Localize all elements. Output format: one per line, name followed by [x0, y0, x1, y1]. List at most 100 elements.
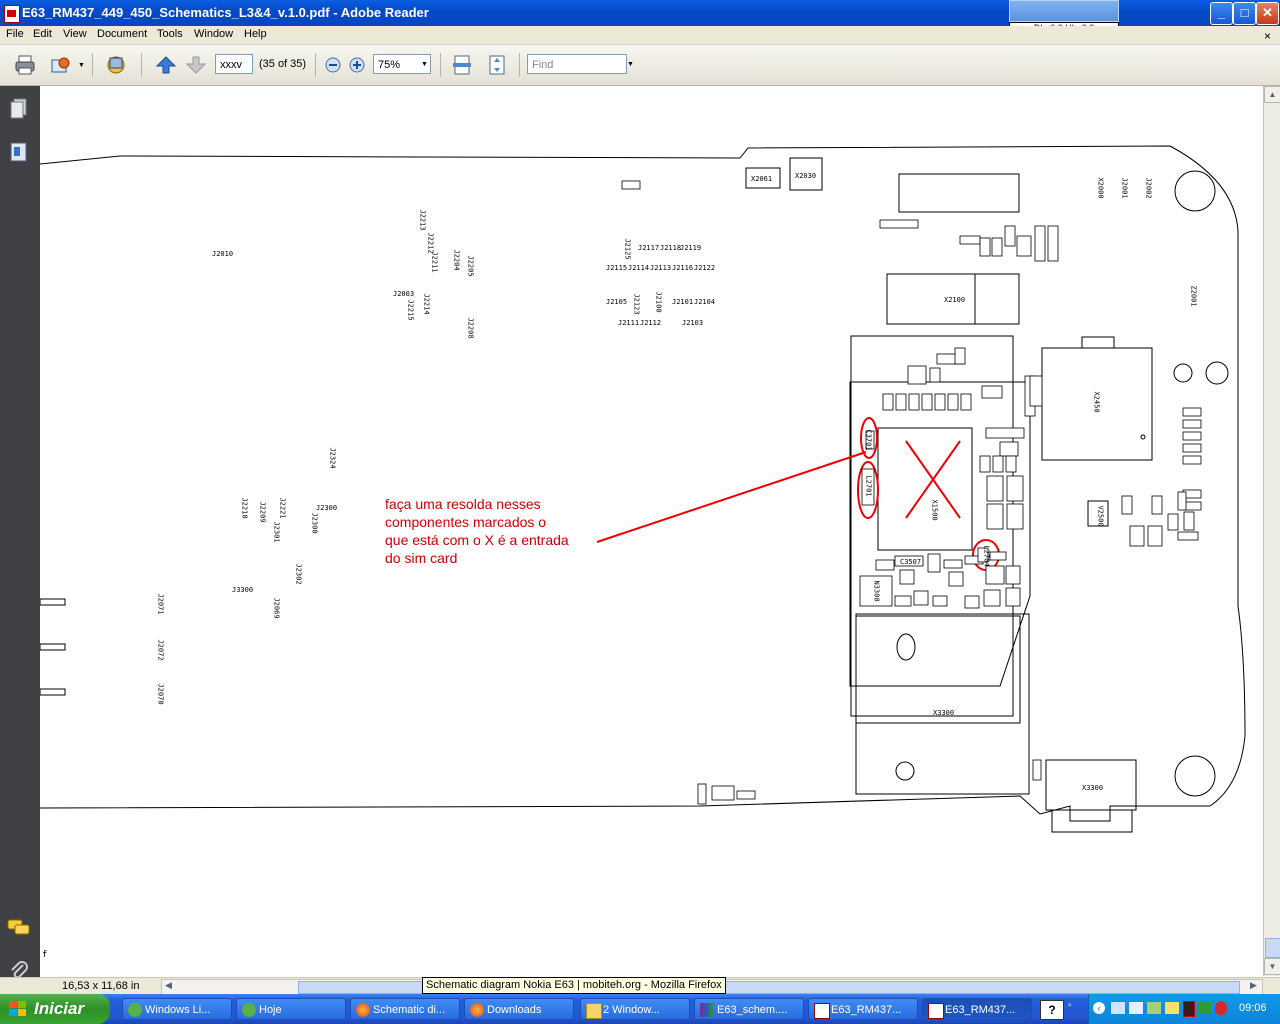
menu-tools[interactable]: Tools [157, 28, 183, 40]
close-document-icon[interactable]: × [1264, 29, 1271, 43]
start-label: Iniciar [34, 999, 85, 1018]
taskbar-item-downloads[interactable]: Downloads [464, 998, 574, 1020]
label-c3701: C3701 [864, 429, 873, 451]
start-button[interactable]: Iniciar [0, 994, 110, 1024]
tray-expand-icon[interactable]: ‹ [1093, 1002, 1105, 1014]
label-j2118: J2118 [660, 244, 682, 252]
chevron-down-icon[interactable]: ▼ [627, 61, 634, 68]
help-icon[interactable]: ? [1040, 1000, 1064, 1020]
scroll-down-icon[interactable]: ▼ [1264, 958, 1280, 975]
label-x2030: X2030 [795, 172, 817, 180]
menu-help[interactable]: Help [244, 28, 267, 40]
show-desktop-icon[interactable]: ▫ [1068, 1000, 1084, 1018]
label-x2100: X2100 [944, 296, 966, 304]
task-label: E63_RM437... [945, 1004, 1016, 1016]
find-input[interactable]: Find [527, 54, 627, 74]
label-x2000: X2000 [1096, 177, 1105, 199]
scroll-thumb[interactable] [1265, 938, 1280, 958]
pdf-icon [814, 1003, 830, 1019]
previous-page-icon[interactable] [155, 54, 177, 76]
chevron-down-icon[interactable]: ▼ [78, 62, 85, 69]
menu-document[interactable]: Document [97, 28, 147, 40]
label-j2300b: J2300 [316, 504, 338, 512]
close-button[interactable]: ✕ [1256, 2, 1279, 25]
taskbar-item-pdf-2[interactable]: E63_RM437... [922, 998, 1032, 1020]
next-page-icon[interactable] [185, 54, 207, 76]
zoom-in-icon[interactable] [346, 54, 368, 76]
pdf-icon [4, 5, 20, 23]
corner-mark: f [42, 950, 48, 960]
network-monitor-graph [1009, 0, 1119, 22]
label-j2100: J2100 [654, 291, 663, 313]
task-label: 2 Window... [603, 1004, 660, 1016]
menu-file[interactable]: File [6, 28, 24, 40]
label-j2071: J2071 [156, 593, 165, 615]
label-j2209: J2209 [258, 501, 267, 523]
label-j2101: J2101 [672, 298, 694, 306]
scroll-up-icon[interactable]: ▲ [1264, 86, 1280, 103]
scroll-left-icon[interactable]: ◀ [165, 980, 172, 991]
task-label: Windows Li... [145, 1004, 211, 1016]
tray-icon[interactable] [1183, 1001, 1195, 1017]
label-j2119: J2119 [680, 244, 702, 252]
maximize-button[interactable]: □ [1233, 2, 1256, 25]
fit-page-icon[interactable] [486, 54, 508, 76]
task-label: E63_schem.... [717, 1004, 788, 1016]
task-label: Schematic di... [373, 1004, 446, 1016]
label-j2122: J2122 [694, 264, 716, 272]
label-j2221: J2221 [278, 497, 287, 519]
document-view[interactable]: J2010 J2213 J2212 J2211 J2204 J2205 J200… [40, 86, 1262, 976]
messenger-icon[interactable] [1147, 1002, 1161, 1014]
taskbar-item-hoje[interactable]: Hoje [236, 998, 346, 1020]
taskbar-item-schematic[interactable]: Schematic di... [350, 998, 460, 1020]
label-j2113: J2113 [650, 264, 672, 272]
security-shield-icon[interactable] [1215, 1001, 1227, 1015]
label-j2001: J2001 [1120, 177, 1129, 199]
print-icon[interactable] [14, 54, 36, 76]
label-j2116: J2116 [672, 264, 694, 272]
vertical-scrollbar[interactable]: ▲ ▼ [1263, 86, 1280, 976]
label-j3300: J3300 [232, 586, 254, 594]
chevron-down-icon[interactable]: ▼ [421, 61, 428, 68]
label-j2211: J2211 [430, 251, 439, 273]
sign-icon[interactable] [105, 54, 127, 76]
people-icon [242, 1003, 256, 1017]
menu-window[interactable]: Window [194, 28, 233, 40]
label-j2210: J2210 [240, 497, 249, 519]
label-j2105: J2105 [606, 298, 628, 306]
email-icon[interactable] [50, 54, 72, 76]
pages-icon[interactable] [9, 98, 29, 120]
label-v2500: V2500 [1096, 505, 1105, 527]
taskbar-item-windows-group[interactable]: 2 Window... [580, 998, 690, 1020]
page-number-input[interactable]: xxxv [215, 54, 253, 74]
tray-icon[interactable] [1165, 1002, 1179, 1014]
tray-icon[interactable] [1129, 1002, 1143, 1014]
network-icon[interactable] [1111, 1002, 1125, 1014]
taskbar-item-winrar[interactable]: E63_schem.... [694, 998, 804, 1020]
navigation-panel [0, 86, 40, 979]
fit-width-icon[interactable] [451, 54, 473, 76]
label-c3507: C3507 [900, 558, 922, 566]
comments-icon[interactable] [7, 918, 31, 938]
label-j2324: J2324 [328, 447, 337, 469]
task-label: Hoje [259, 1004, 282, 1016]
label-x2450: X2450 [1092, 391, 1101, 413]
taskbar-item-pdf-1[interactable]: E63_RM437... [808, 998, 918, 1020]
zoom-out-icon[interactable] [322, 54, 344, 76]
bookmarks-icon[interactable] [9, 141, 29, 163]
menu-bar: File Edit View Document Tools Window Hel… [0, 26, 1280, 45]
menu-view[interactable]: View [63, 28, 87, 40]
tray-icon[interactable] [1197, 1002, 1211, 1014]
annotation-note: faça uma resolda nesses componentes marc… [385, 496, 569, 566]
clock: 09:06 [1239, 1002, 1267, 1014]
scroll-right-icon[interactable]: ▶ [1250, 980, 1257, 991]
pdf-icon [928, 1003, 944, 1019]
label-j2111: J2111 [618, 319, 640, 327]
taskbar-item-windows-live[interactable]: Windows Li... [122, 998, 232, 1020]
label-j2212: J2212 [426, 232, 435, 254]
label-j2213: J2213 [418, 209, 427, 231]
pcb-outline [40, 145, 1246, 833]
label-x2061: X2061 [751, 175, 773, 183]
minimize-button[interactable]: _ [1210, 2, 1233, 25]
menu-edit[interactable]: Edit [33, 28, 52, 40]
